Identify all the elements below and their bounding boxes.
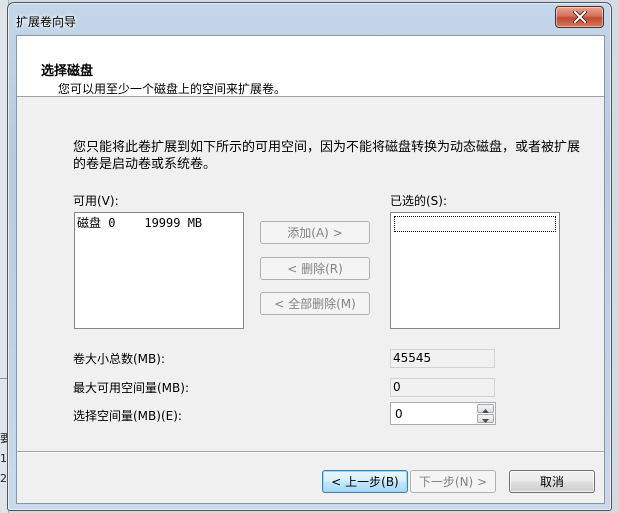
- max-space-value: 0: [390, 378, 495, 397]
- remove-all-button[interactable]: < 全部删除(M): [260, 292, 370, 315]
- selected-disks-list[interactable]: [390, 212, 560, 329]
- focus-rectangle: [394, 216, 556, 232]
- window-title: 扩展卷向导: [16, 15, 77, 29]
- disk-name: 磁盘 0: [77, 216, 116, 230]
- select-space-label: 选择空间量(MB)(E):: [73, 409, 182, 423]
- description-text: 您只能将此卷扩展到如下所示的可用空间，因为不能将磁盘转换为动态磁盘，或者被扩展的…: [73, 140, 581, 172]
- footer-separator: [17, 451, 604, 453]
- list-item[interactable]: 磁盘 0 19999 MB: [77, 215, 241, 231]
- close-icon: [572, 11, 587, 23]
- close-button[interactable]: [555, 6, 604, 28]
- next-button[interactable]: 下一步(N) >: [410, 470, 496, 493]
- available-label: 可用(V):: [73, 194, 119, 208]
- arrow-down-icon: [482, 412, 489, 426]
- page-subtitle: 您可以用至少一个磁盘上的空间来扩展卷。: [58, 82, 287, 96]
- total-size-label: 卷大小总数(MB):: [73, 352, 165, 366]
- selected-label: 已选的(S):: [390, 194, 448, 208]
- cancel-button[interactable]: 取消: [509, 470, 595, 493]
- available-disks-list[interactable]: 磁盘 0 19999 MB: [74, 212, 244, 329]
- spin-buttons: [477, 404, 494, 423]
- back-button[interactable]: < 上一步(B): [322, 470, 408, 493]
- select-space-stepper[interactable]: [390, 402, 496, 425]
- add-button[interactable]: 添加(A) >: [260, 221, 370, 244]
- title-bar[interactable]: 扩展卷向导: [8, 3, 611, 37]
- extend-volume-wizard-window: 扩展卷向导 选择磁盘 您可以用至少一个磁盘上的空间来扩展卷。 您只能将此卷扩展到…: [7, 2, 612, 511]
- wizard-client-area: 选择磁盘 您可以用至少一个磁盘上的空间来扩展卷。 您只能将此卷扩展到如下所示的可…: [16, 35, 605, 504]
- page-title: 选择磁盘: [41, 64, 94, 79]
- wizard-header: 选择磁盘 您可以用至少一个磁盘上的空间来扩展卷。: [17, 36, 604, 97]
- select-space-input[interactable]: [393, 405, 475, 422]
- disk-size: 19999 MB: [144, 216, 203, 230]
- total-size-value: 45545: [390, 349, 495, 368]
- remove-button[interactable]: < 删除(R): [260, 257, 370, 280]
- max-space-label: 最大可用空间量(MB):: [73, 381, 189, 395]
- spin-down-button[interactable]: [477, 414, 494, 423]
